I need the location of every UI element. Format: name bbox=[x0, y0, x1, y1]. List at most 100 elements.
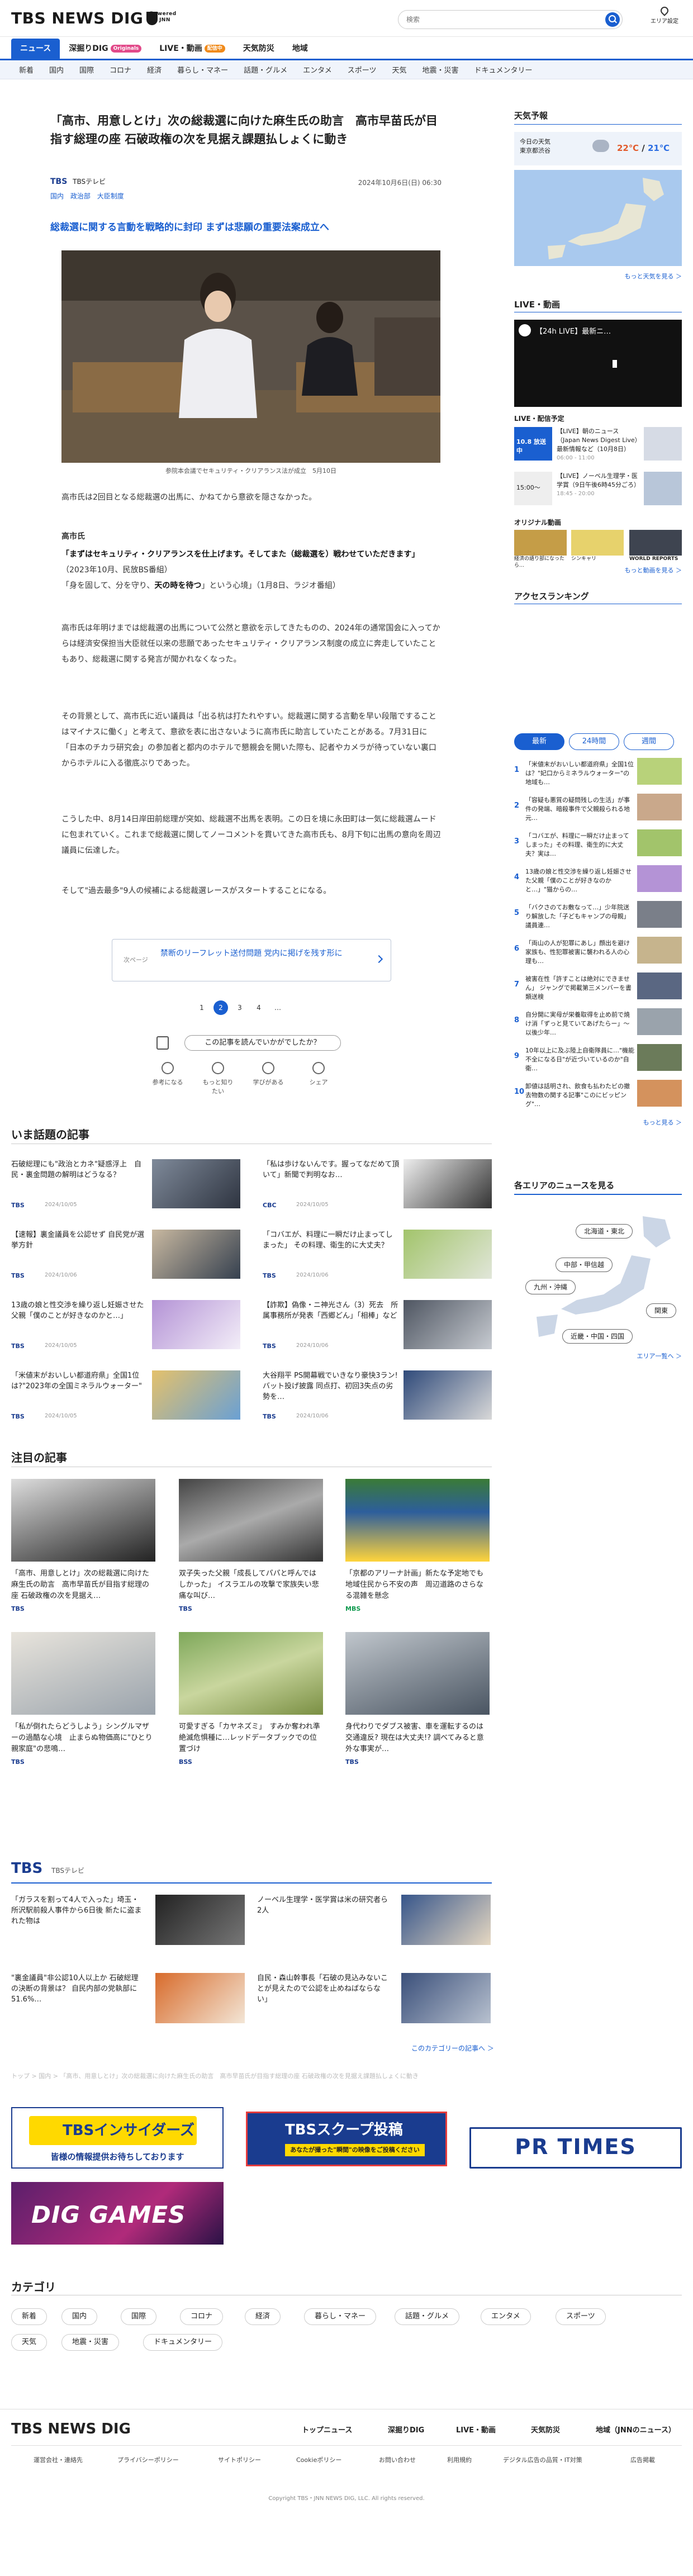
hot-article-item[interactable]: 大谷翔平 PS開幕戦でいきなり豪快3ラン! バット投げ披露 同点打、初回3失点の… bbox=[263, 1370, 492, 1427]
category-pill[interactable]: 国内 bbox=[61, 2308, 98, 2325]
area-button-kanto[interactable]: 関東 bbox=[646, 1303, 677, 1318]
site-logo[interactable]: TBS NEWS DIG Powered by JNN bbox=[11, 9, 176, 27]
tbs-article[interactable]: "裏金議員"非公認10人以上か 石破総理の決断の背景は？ 自民内部の党執部に51… bbox=[11, 1973, 246, 2029]
tbs-article[interactable]: 「ガラスを割って4人で入った」埼玉・所沢駅前殺人事件から6日後 新たに盗まれた物… bbox=[11, 1895, 246, 1951]
live-video-player[interactable]: 【24h LIVE】最新ニ… bbox=[514, 320, 682, 407]
nav-tab-news[interactable]: ニュース bbox=[11, 39, 60, 59]
area-button-kyushu[interactable]: 九州・沖縄 bbox=[525, 1280, 576, 1294]
footer-link[interactable]: デジタル広告の品質・IT対策 bbox=[503, 2455, 582, 2464]
category-pill[interactable]: コロナ bbox=[180, 2308, 224, 2325]
subnav-gourmet[interactable]: 話題・グルメ bbox=[236, 64, 295, 75]
category-pill[interactable]: 国際 bbox=[121, 2308, 157, 2325]
page-link[interactable]: 3 bbox=[232, 1000, 247, 1015]
ranking-tab-weekly[interactable]: 週間 bbox=[624, 733, 674, 750]
category-pill[interactable]: エンタメ bbox=[481, 2308, 531, 2325]
ranking-item[interactable]: 1 「米値末がおいしい都道府県」全国1位は？"妃口からミネラルウォーター"の地域も… bbox=[514, 758, 682, 791]
footer-nav-link[interactable]: 深掘りDIG bbox=[388, 2424, 424, 2435]
original-video[interactable]: WORLD REPORTS bbox=[629, 530, 682, 564]
ranking-item[interactable]: 4 13歳の娘と性交渉を繰り返し妊娠させた父親「僕のことが好きなのかと…」"猫から… bbox=[514, 865, 682, 899]
area-more-link[interactable]: エリア一覧へ ＞ bbox=[637, 1351, 682, 1360]
ranking-item[interactable]: 6 「両山の人が犯罪にあし」顔出を避け家族も、性犯罪被害に襲われる人の心理も… bbox=[514, 937, 682, 970]
footer-nav-link[interactable]: 天気防災 bbox=[531, 2424, 560, 2435]
subnav-economy[interactable]: 経済 bbox=[139, 64, 169, 75]
tbs-article[interactable]: 自民・森山幹事長「石破の見込みないことが見えたので公認を止めねばならない」 bbox=[257, 1973, 492, 2029]
tag-link[interactable]: 大臣制度 bbox=[97, 192, 124, 200]
page-link[interactable]: 1 bbox=[194, 1000, 209, 1015]
feedback-useful-button[interactable]: 参考になる bbox=[151, 1062, 184, 1095]
hot-article-item[interactable]: 石破総理にも"政治とカネ"疑惑浮上 自民・裏金問題の解明はどうなる？ TBS 202… bbox=[11, 1159, 240, 1216]
ranking-item[interactable]: 9 10年以上に及ぶ陸上自衛隊員に…"機能不全になる日"が近づいているのか"自衛… bbox=[514, 1044, 682, 1078]
featured-article[interactable]: 「京都のアリーナ計画」新たな予定地でも地域住民から不安の声 周辺道路のさらなる混… bbox=[345, 1479, 490, 1629]
footer-link[interactable]: サイトポリシー bbox=[218, 2455, 261, 2464]
nav-tab-live[interactable]: LIVE・動画 配信中 bbox=[150, 39, 234, 59]
area-button-kinki[interactable]: 近畿・中国・四国 bbox=[562, 1329, 633, 1344]
category-pill[interactable]: 経済 bbox=[245, 2308, 281, 2325]
next-page-link[interactable]: 次ページ 禁断のリーフレット送付問題 党内に掲げを残す形に bbox=[112, 939, 391, 981]
weather-more-link[interactable]: もっと天気を見る ＞ bbox=[625, 272, 682, 281]
category-pill[interactable]: ドキュメンタリー bbox=[143, 2334, 223, 2351]
search-input[interactable] bbox=[406, 11, 591, 29]
feedback-more-button[interactable]: もっと知りたい bbox=[201, 1062, 235, 1095]
nav-tab-weather[interactable]: 天気防災 bbox=[234, 39, 283, 59]
hot-article-item[interactable]: 「コバエが、料理に一瞬だけ止まってしまった」 その料理、衛生的に大丈夫？ TBS 2… bbox=[263, 1230, 492, 1287]
diggames-banner[interactable]: DIG GAMES bbox=[11, 2182, 224, 2245]
footer-link[interactable]: 広告掲載 bbox=[630, 2455, 655, 2464]
subnav-international[interactable]: 国際 bbox=[72, 64, 102, 75]
hot-article-item[interactable]: 「米値末がおいしい都道府県」全国1位は?"2023年の全国ミネラルウォーター" T… bbox=[11, 1370, 240, 1427]
area-button-chubu[interactable]: 中部・甲信越 bbox=[556, 1258, 613, 1272]
subnav-documentary[interactable]: ドキュメンタリー bbox=[467, 64, 540, 75]
schedule-item[interactable]: 10.8 放送中 【LIVE】朝のニュース（Japan News Digest … bbox=[514, 427, 682, 464]
original-video[interactable]: シンキャリ bbox=[571, 530, 624, 564]
ranking-tab-24h[interactable]: 24時間 bbox=[569, 733, 619, 750]
prtimes-banner[interactable]: PR TIMES bbox=[469, 2127, 682, 2169]
featured-article[interactable]: 身代わりでダブス被害、車を運転するのは交通違反? 現在は大丈夫!? 調べてみると… bbox=[345, 1632, 490, 1782]
footer-link[interactable]: 運営会社・連絡先 bbox=[34, 2455, 83, 2464]
area-setting-button[interactable]: エリア設定 bbox=[645, 5, 684, 25]
ranking-item[interactable]: 10 卸値は話明され、飲食も払わたビの撤去物数の関する記事"このにビッピング"… bbox=[514, 1080, 682, 1113]
tbs-more-link[interactable]: このカテゴリーの記事へ ＞ bbox=[411, 2043, 494, 2053]
footer-nav-link[interactable]: 地域（JNNのニュース） bbox=[596, 2424, 676, 2435]
search-icon[interactable] bbox=[605, 12, 620, 27]
subnav-money[interactable]: 暮らし・マネー bbox=[169, 64, 236, 75]
subnav-disaster[interactable]: 地震・災害 bbox=[415, 64, 467, 75]
ranking-item[interactable]: 3 「コバエが、料理に一瞬だけ止まってしまった」その料理、衛生的に大丈夫？実は… bbox=[514, 829, 682, 863]
category-pill[interactable]: 暮らし・マネー bbox=[304, 2308, 377, 2325]
share-button[interactable]: シェア bbox=[302, 1062, 335, 1095]
category-pill[interactable]: 話題・グルメ bbox=[395, 2308, 460, 2325]
tag-link[interactable]: 国内 bbox=[50, 192, 64, 200]
ranking-item[interactable]: 7 被害在性「許すことは絶対にできません」 ジャングで掲載第三メンバーを書類送検 bbox=[514, 972, 682, 1006]
footer-nav-link[interactable]: トップニュース bbox=[302, 2424, 352, 2435]
footer-logo[interactable]: TBS NEWS DIG bbox=[11, 2421, 131, 2437]
ranking-item[interactable]: 8 自分開に実母が栄養取得を止め前で焼け消「ずっと見ていてあげたらー」〜以後少年… bbox=[514, 1008, 682, 1042]
tbs-article[interactable]: ノーベル生理学・医学賞は米の研究者ら2人 bbox=[257, 1895, 492, 1951]
featured-article[interactable]: 「私が倒れたらどうしよう」シングルマザーの過酷な心境 止まらぬ物価高に"ひとり親… bbox=[11, 1632, 155, 1782]
subnav-sports[interactable]: スポーツ bbox=[340, 64, 385, 75]
weather-map[interactable] bbox=[514, 170, 682, 266]
hot-article-item[interactable]: 「私は歩けないんです。握ってなだめて頂いて」新聞で判明なお… CBC 2024/10… bbox=[263, 1159, 492, 1216]
page-link-current[interactable]: 2 bbox=[213, 1000, 228, 1015]
footer-link[interactable]: Cookieポリシー bbox=[296, 2455, 341, 2464]
scoop-banner[interactable]: TBSスクープ投稿 あなたが撮った"瞬間"の映像をご投稿ください bbox=[240, 2107, 453, 2169]
videos-more-link[interactable]: もっと動画を見る ＞ bbox=[625, 566, 682, 575]
schedule-item[interactable]: 15:00〜 【LIVE】ノーベル生理学・医学賞（9日午後6時45分ごろ） 18:… bbox=[514, 472, 682, 509]
ranking-tab-latest[interactable]: 最新 bbox=[514, 733, 564, 750]
tag-link[interactable]: 政治部 bbox=[70, 192, 91, 200]
hot-article-item[interactable]: 【速報】裏金議員を公認せず 自民党が選挙方針 TBS 2024/10/06 bbox=[11, 1230, 240, 1287]
page-link[interactable]: 4 bbox=[251, 1000, 266, 1015]
hot-article-item[interactable]: 13歳の娘と性交渉を繰り返し妊娠させた父親「僕のことが好きなのかと…」 TBS 20… bbox=[11, 1300, 240, 1357]
featured-article[interactable]: 双子失った父親「成長してパパと呼んではしかった」 イスラエルの攻撃で家族失い悲痛… bbox=[179, 1479, 323, 1629]
subnav-entertainment[interactable]: エンタメ bbox=[295, 64, 340, 75]
footer-link[interactable]: お問い合わせ bbox=[379, 2455, 416, 2464]
feedback-learn-button[interactable]: 学びがある bbox=[251, 1062, 285, 1095]
subnav-corona[interactable]: コロナ bbox=[102, 64, 139, 75]
category-pill[interactable]: 地震・災害 bbox=[61, 2334, 120, 2351]
hot-article-item[interactable]: 【詐欺】偽像・ニ神光さん（3）死去 所属事務所が発表「西郷どん」「相棒」など TB… bbox=[263, 1300, 492, 1357]
footer-nav-link[interactable]: LIVE・動画 bbox=[456, 2424, 496, 2435]
subnav-weather[interactable]: 天気 bbox=[384, 64, 414, 75]
category-pill[interactable]: 新着 bbox=[11, 2308, 48, 2325]
weather-today[interactable]: 今日の天気 東京都渋谷 22℃ / 21℃ bbox=[514, 132, 682, 165]
ranking-item[interactable]: 5 「バクさのてお敷なって…」少年院送り解放した「子どもキャンプの母親」議員連… bbox=[514, 901, 682, 934]
ranking-item[interactable]: 2 「容疑も悪質の疑問残しの生活」が事件の発端、暗殺事件で父親殺られる地元… bbox=[514, 794, 682, 827]
nav-tab-dig[interactable]: 深掘りDIG Originals bbox=[60, 39, 150, 59]
subnav-domestic[interactable]: 国内 bbox=[41, 64, 72, 75]
